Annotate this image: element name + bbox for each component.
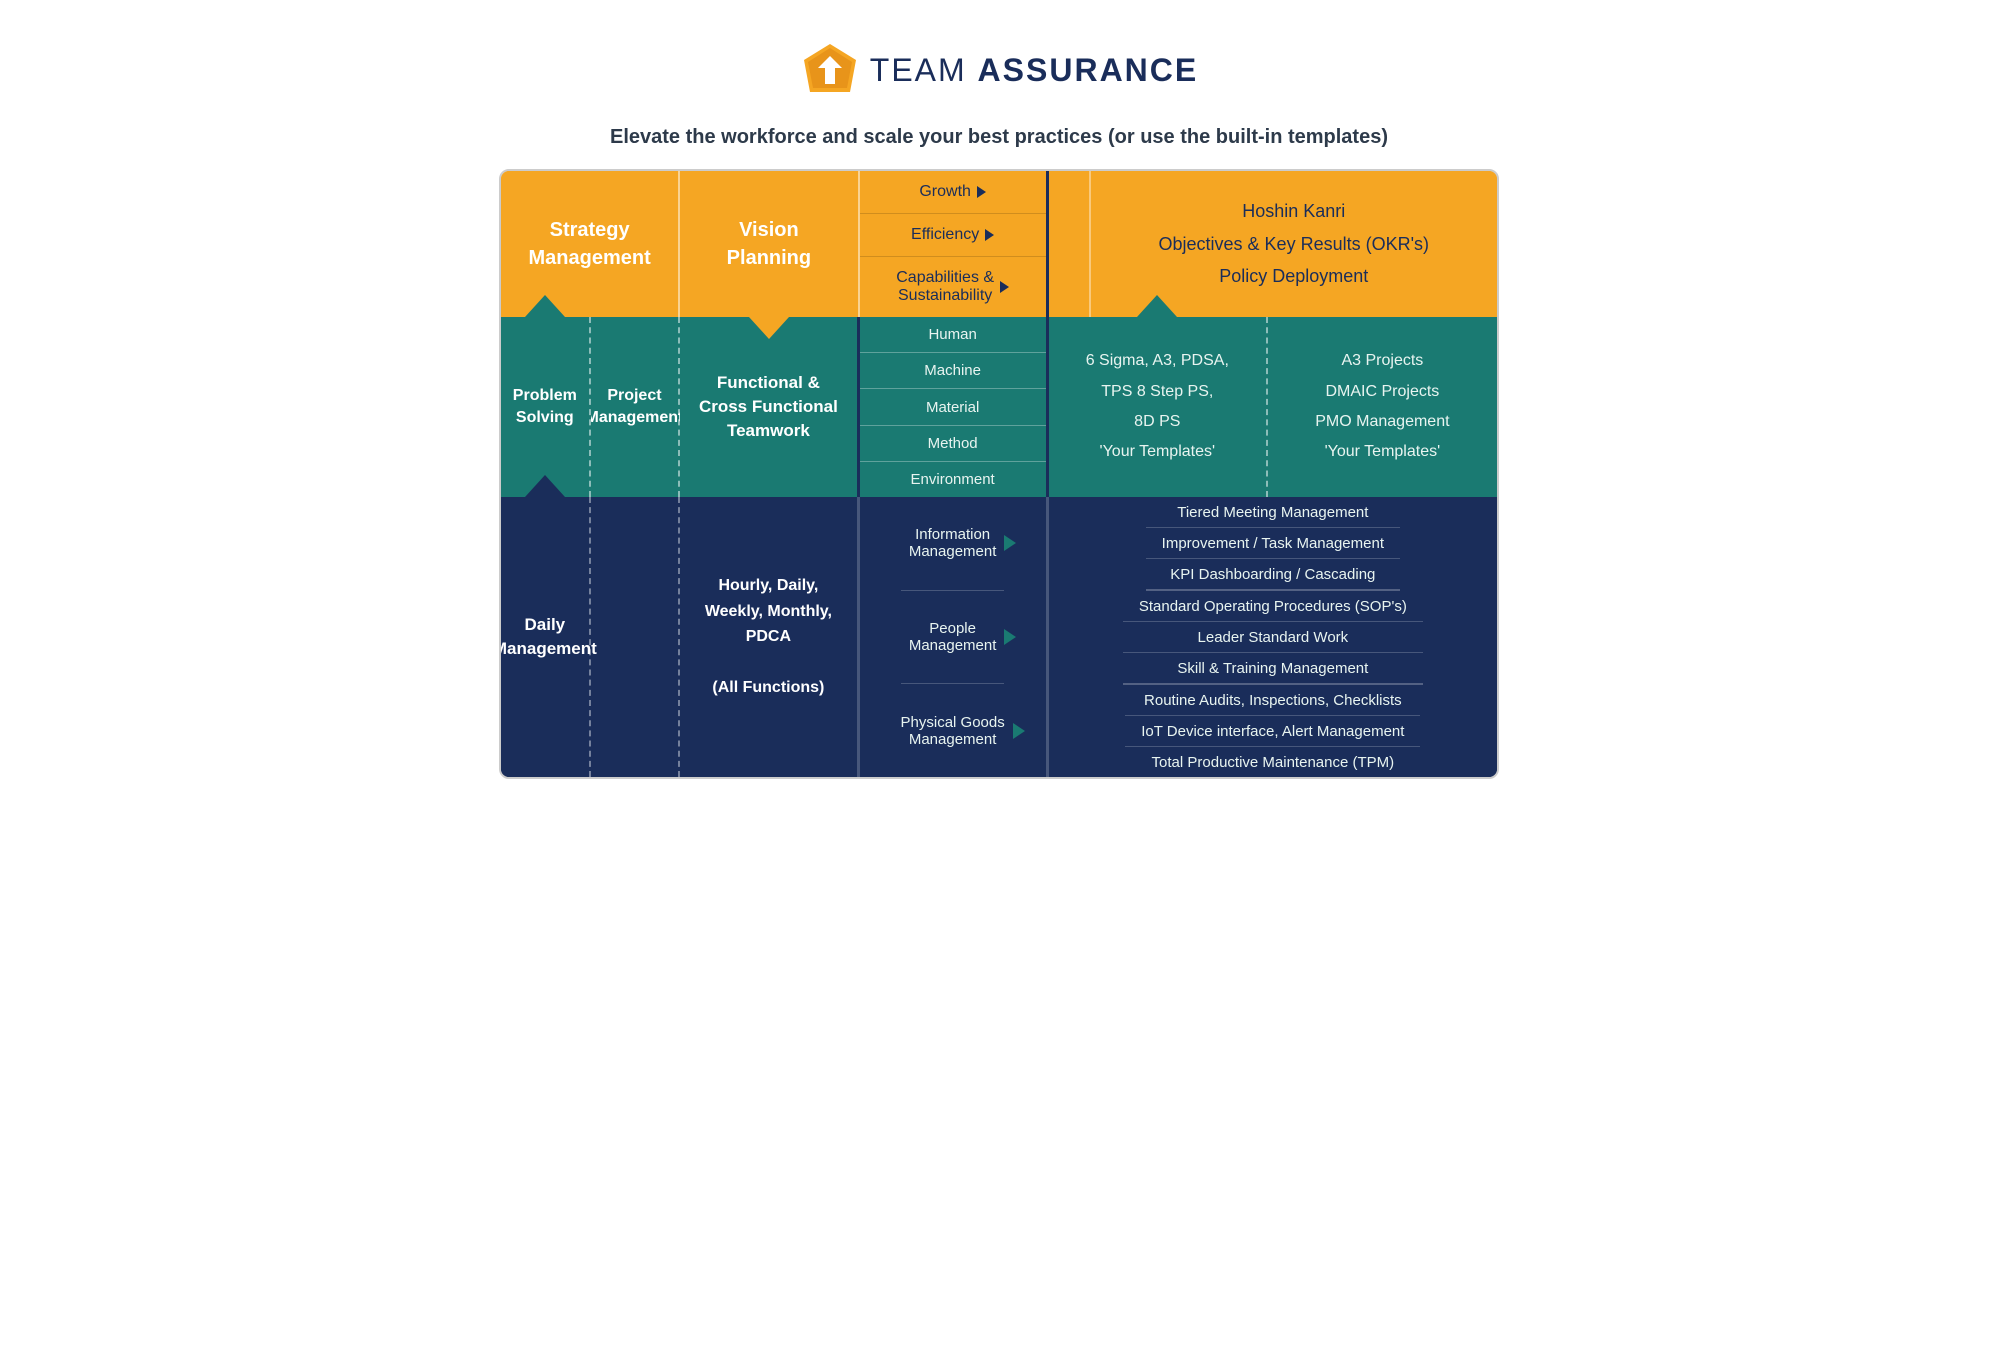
vision-arrow-down — [749, 317, 789, 339]
people-item-3: Skill & Training Management — [1123, 653, 1423, 683]
ishikawa-environment: Environment — [860, 462, 1046, 497]
daily-empty-cell — [591, 497, 681, 777]
problem-arrow-up — [525, 295, 565, 317]
ishikawa-machine: Machine — [860, 353, 1046, 389]
growth-list-cell: Growth Efficiency Capabilities &Sustaina… — [860, 171, 1049, 317]
a3-label: A3 ProjectsDMAIC ProjectsPMO Management'… — [1315, 346, 1449, 468]
people-mgmt-item: PeopleManagement — [901, 591, 1005, 685]
people-item-2: Leader Standard Work — [1123, 622, 1423, 653]
sigma-cell: 6 Sigma, A3, PDSA,TPS 8 Step PS,8D PS'Yo… — [1049, 317, 1268, 497]
a3-cell: A3 ProjectsDMAIC ProjectsPMO Management'… — [1268, 317, 1497, 497]
vision-planning-label: VisionPlanning — [727, 216, 811, 272]
problem-solving-label: ProblemSolving — [513, 385, 577, 430]
project-management-label: ProjectManagement — [586, 385, 684, 430]
project-management-cell: ProjectManagement — [591, 317, 681, 497]
people-arrow — [1004, 629, 1016, 645]
hoshin-label: Hoshin KanriObjectives & Key Results (OK… — [1159, 195, 1430, 292]
functional-teamwork-cell: Functional &Cross FunctionalTeamwork — [680, 317, 859, 497]
info-item-2: Improvement / Task Management — [1146, 528, 1400, 559]
ishikawa-cell: Human Machine Material Method Environmen… — [860, 317, 1049, 497]
growth-item-efficiency: Efficiency — [860, 214, 1046, 257]
orange-gap — [1049, 171, 1089, 317]
physical-items-group: Routine Audits, Inspections, Checklists … — [1125, 685, 1420, 777]
growth-item-capabilities: Capabilities &Sustainability — [860, 257, 1046, 317]
sigma-label: 6 Sigma, A3, PDSA,TPS 8 Step PS,8D PS'Yo… — [1086, 346, 1229, 468]
daily-arrow-up — [525, 475, 565, 497]
daily-management-cell: DailyManagement — [501, 497, 591, 777]
physical-mgmt-item: Physical GoodsManagement — [893, 684, 1013, 777]
strategy-management-label: StrategyManagement — [529, 216, 651, 272]
vision-planning-cell: VisionPlanning — [680, 171, 859, 317]
sigma-arrow-up — [1137, 295, 1177, 317]
ishikawa-material: Material — [860, 389, 1046, 425]
info-mgmt-item: InformationManagement — [901, 497, 1005, 591]
mgmt-types-cell: InformationManagement PeopleManagement P… — [860, 497, 1049, 777]
people-items-group: Standard Operating Procedures (SOP's) Le… — [1123, 591, 1423, 685]
physical-item-3: Total Productive Maintenance (TPM) — [1125, 747, 1420, 777]
info-item-3: KPI Dashboarding / Cascading — [1146, 559, 1400, 589]
physical-arrow — [1013, 723, 1025, 739]
info-arrow — [1004, 535, 1016, 551]
logo-icon — [800, 40, 860, 100]
growth-item-growth: Growth — [860, 171, 1046, 214]
diagram: StrategyManagement VisionPlanning Growth… — [499, 169, 1499, 779]
physical-item-1: Routine Audits, Inspections, Checklists — [1125, 685, 1420, 716]
problem-solving-cell: ProblemSolving — [501, 317, 591, 497]
physical-item-2: IoT Device interface, Alert Management — [1125, 716, 1420, 747]
logo-text: TEAM ASSURANCE — [870, 52, 1198, 89]
ishikawa-human: Human — [860, 317, 1046, 353]
people-item-1: Standard Operating Procedures (SOP's) — [1123, 591, 1423, 622]
hourly-label: Hourly, Daily,Weekly, Monthly,PDCA(All F… — [705, 573, 832, 701]
info-items-group: Tiered Meeting Management Improvement / … — [1146, 497, 1400, 591]
ishikawa-method: Method — [860, 426, 1046, 462]
right-items-cell: Tiered Meeting Management Improvement / … — [1049, 497, 1497, 777]
tagline: Elevate the workforce and scale your bes… — [499, 126, 1499, 149]
hourly-cell: Hourly, Daily,Weekly, Monthly,PDCA(All F… — [680, 497, 859, 777]
info-item-1: Tiered Meeting Management — [1146, 497, 1400, 528]
header: TEAM ASSURANCE — [499, 20, 1499, 110]
daily-management-label: DailyManagement — [499, 613, 597, 661]
functional-teamwork-label: Functional &Cross FunctionalTeamwork — [699, 371, 838, 442]
